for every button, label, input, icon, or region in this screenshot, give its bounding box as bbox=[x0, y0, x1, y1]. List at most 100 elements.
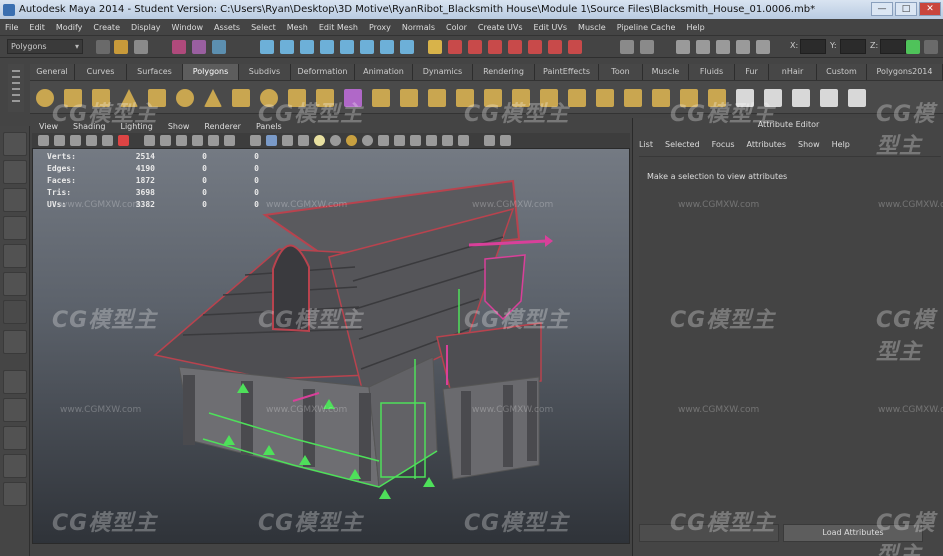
poly-cube-icon[interactable] bbox=[64, 89, 82, 107]
offset-edge-loop-icon[interactable] bbox=[512, 89, 530, 107]
close-button[interactable]: ✕ bbox=[919, 2, 941, 16]
snap-curve-icon[interactable] bbox=[280, 40, 294, 54]
separate-icon[interactable] bbox=[316, 89, 334, 107]
shelf-tab-painteffects[interactable]: PaintEffects bbox=[535, 64, 599, 80]
shadows-icon[interactable] bbox=[330, 135, 341, 146]
xform-icon[interactable] bbox=[756, 40, 770, 54]
resolution-gate-icon[interactable] bbox=[176, 135, 187, 146]
ae-blank-button[interactable] bbox=[639, 524, 779, 542]
fill-hole-icon[interactable] bbox=[680, 89, 698, 107]
minimize-button[interactable]: — bbox=[871, 2, 893, 16]
outliner-layout-icon[interactable] bbox=[640, 40, 654, 54]
new-scene-icon[interactable] bbox=[96, 40, 110, 54]
shelf-handle[interactable] bbox=[8, 64, 24, 112]
menu-assets[interactable]: Assets bbox=[209, 23, 246, 32]
shelf-tab-general[interactable]: General bbox=[30, 64, 75, 80]
automatic-map-icon[interactable] bbox=[820, 89, 838, 107]
bevel-icon[interactable] bbox=[540, 89, 558, 107]
manipulator-tool-icon[interactable] bbox=[3, 300, 27, 324]
camera-attributes-icon[interactable] bbox=[54, 135, 65, 146]
panel-menu-show[interactable]: Show bbox=[161, 122, 198, 131]
shelf-tab-subdivs[interactable]: Subdivs bbox=[239, 64, 291, 80]
tool-settings-icon[interactable] bbox=[696, 40, 710, 54]
shelf-tab-deformation[interactable]: Deformation bbox=[291, 64, 355, 80]
shelf-tab-toon[interactable]: Toon bbox=[599, 64, 643, 80]
image-plane-icon[interactable] bbox=[86, 135, 97, 146]
render-settings-icon[interactable] bbox=[488, 40, 502, 54]
poly-cone-icon[interactable] bbox=[120, 89, 138, 107]
snap-view-plane-icon[interactable] bbox=[320, 40, 334, 54]
smooth-shade-icon[interactable] bbox=[266, 135, 277, 146]
depth-of-field-icon[interactable] bbox=[394, 135, 405, 146]
last-tool-icon[interactable] bbox=[3, 330, 27, 354]
menu-pipeline-cache[interactable]: Pipeline Cache bbox=[612, 23, 682, 32]
house-model[interactable] bbox=[33, 149, 630, 544]
split-polygon-icon[interactable] bbox=[456, 89, 474, 107]
anti-aliasing-icon[interactable] bbox=[378, 135, 389, 146]
delete-edge-icon[interactable] bbox=[652, 89, 670, 107]
open-scene-icon[interactable] bbox=[114, 40, 128, 54]
modeling-toolkit-icon[interactable] bbox=[736, 40, 750, 54]
move-tool-icon[interactable] bbox=[3, 216, 27, 240]
rotate-tool-icon[interactable] bbox=[3, 244, 27, 268]
perspective-viewport[interactable]: Verts: 2514 0 0 Edges: 4190 0 0 Faces: 1… bbox=[32, 148, 630, 544]
panel-menu-lighting[interactable]: Lighting bbox=[113, 122, 160, 131]
poly-sphere-icon[interactable] bbox=[36, 89, 54, 107]
shelf-tab-fur[interactable]: Fur bbox=[735, 64, 769, 80]
merge-icon[interactable] bbox=[568, 89, 586, 107]
select-tool-icon[interactable] bbox=[3, 132, 27, 156]
show-hide-icon[interactable] bbox=[924, 40, 938, 54]
poly-plane-icon[interactable] bbox=[148, 89, 166, 107]
film-gate-icon[interactable] bbox=[160, 135, 171, 146]
select-camera-icon[interactable] bbox=[38, 135, 49, 146]
gate-mask-icon[interactable] bbox=[192, 135, 203, 146]
menu-edit-uvs[interactable]: Edit UVs bbox=[529, 23, 574, 32]
render-globals-icon[interactable] bbox=[548, 40, 562, 54]
ipr-render-icon[interactable] bbox=[468, 40, 482, 54]
extrude-icon[interactable] bbox=[372, 89, 390, 107]
poly-pipe-icon[interactable] bbox=[232, 89, 250, 107]
lock-icon[interactable] bbox=[428, 40, 442, 54]
output-ops-icon[interactable] bbox=[400, 40, 414, 54]
menu-create[interactable]: Create bbox=[88, 23, 126, 32]
shelf-tab-polygons[interactable]: Polygons bbox=[183, 64, 239, 80]
save-scene-icon[interactable] bbox=[134, 40, 148, 54]
shelf-tab-dynamics[interactable]: Dynamics bbox=[413, 64, 473, 80]
shelf-tab-rendering[interactable]: Rendering bbox=[473, 64, 535, 80]
paint-select-tool-icon[interactable] bbox=[3, 188, 27, 212]
append-polygon-icon[interactable] bbox=[428, 89, 446, 107]
menu-create-uvs[interactable]: Create UVs bbox=[473, 23, 529, 32]
make-live-icon[interactable] bbox=[340, 40, 354, 54]
mirror-icon[interactable] bbox=[708, 89, 726, 107]
wireframe-icon[interactable] bbox=[250, 135, 261, 146]
history-icon[interactable] bbox=[360, 40, 374, 54]
panel-menu-view[interactable]: View bbox=[32, 122, 66, 131]
menu-help[interactable]: Help bbox=[681, 23, 710, 32]
scale-tool-icon[interactable] bbox=[3, 272, 27, 296]
xray-joints-icon[interactable] bbox=[442, 135, 453, 146]
grease-pencil-icon[interactable] bbox=[118, 135, 129, 146]
select-object-icon[interactable] bbox=[192, 40, 206, 54]
ae-menu-selected[interactable]: Selected bbox=[665, 140, 700, 149]
isolate-select-icon[interactable] bbox=[410, 135, 421, 146]
panel-menu-shading[interactable]: Shading bbox=[66, 122, 114, 131]
field-chart-icon[interactable] bbox=[208, 135, 219, 146]
y-field[interactable] bbox=[840, 39, 866, 54]
poly-soccer-ball-icon[interactable] bbox=[260, 89, 278, 107]
poly-pyramid-icon[interactable] bbox=[204, 89, 222, 107]
menu-normals[interactable]: Normals bbox=[397, 23, 441, 32]
shelf-tab-animation[interactable]: Animation bbox=[355, 64, 413, 80]
menu-proxy[interactable]: Proxy bbox=[364, 23, 397, 32]
ae-menu-list[interactable]: List bbox=[639, 140, 653, 149]
hud-toggle-icon[interactable] bbox=[484, 135, 495, 146]
input-ops-icon[interactable] bbox=[380, 40, 394, 54]
menu-color[interactable]: Color bbox=[441, 23, 473, 32]
snap-point-icon[interactable] bbox=[300, 40, 314, 54]
motion-blur-icon[interactable] bbox=[362, 135, 373, 146]
menu-modify[interactable]: Modify bbox=[51, 23, 89, 32]
poly-torus-icon[interactable] bbox=[176, 89, 194, 107]
ae-menu-focus[interactable]: Focus bbox=[712, 140, 735, 149]
panel-layout-icon[interactable] bbox=[620, 40, 634, 54]
x-field[interactable] bbox=[800, 39, 826, 54]
z-field[interactable] bbox=[880, 39, 906, 54]
